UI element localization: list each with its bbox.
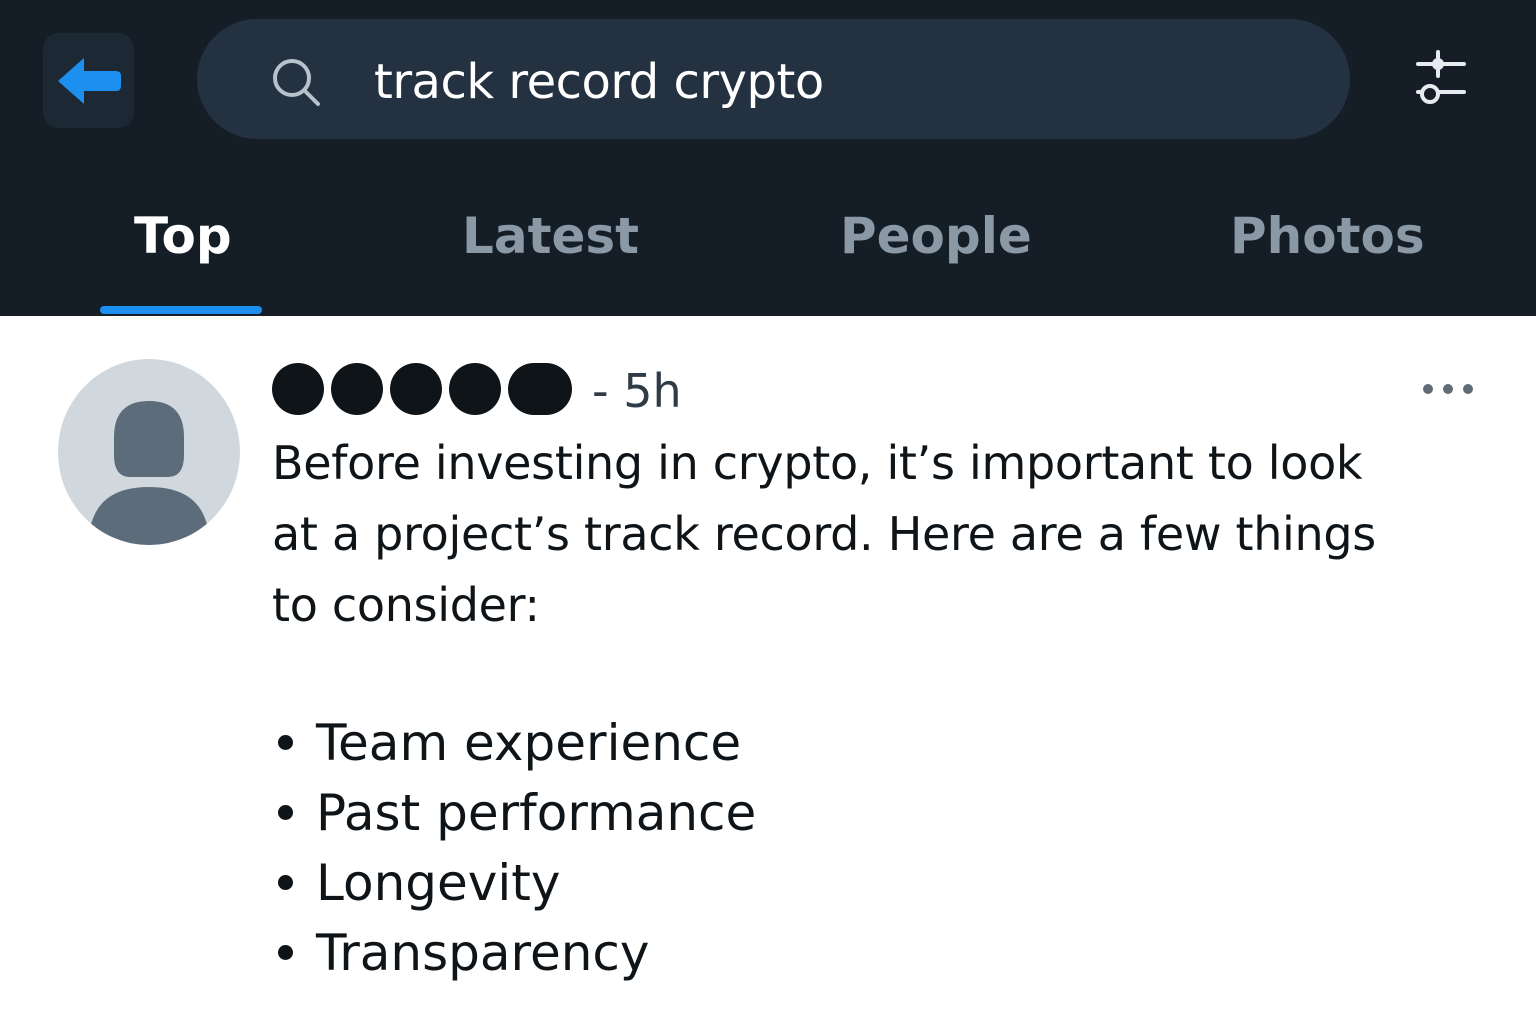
- post-text-line: at a project’s track record. Here are a …: [272, 507, 1376, 561]
- post-text-line: Before investing in crypto, it’s importa…: [272, 436, 1363, 490]
- list-item-label: Longevity: [316, 854, 561, 912]
- list-item: Longevity: [272, 848, 756, 918]
- tab-photos[interactable]: Photos: [1230, 200, 1425, 272]
- default-avatar-icon: [90, 401, 208, 545]
- search-input[interactable]: track record crypto: [374, 50, 824, 114]
- list-item-label: Transparency: [316, 924, 650, 982]
- bullet-icon: [278, 875, 293, 890]
- arrow-left-icon: [57, 57, 121, 104]
- post-timestamp[interactable]: - 5h: [592, 360, 682, 422]
- more-horizontal-icon[interactable]: [1418, 372, 1478, 406]
- post-text: Before investing in crypto, it’s importa…: [272, 428, 1512, 641]
- list-item: Past performance: [272, 778, 756, 848]
- list-item: Transparency: [272, 918, 756, 988]
- avatar[interactable]: [58, 359, 240, 545]
- tab-top[interactable]: Top: [134, 200, 232, 272]
- post-bullet-list: Team experience Past performance Longevi…: [272, 708, 756, 988]
- bullet-icon: [278, 805, 293, 820]
- tab-latest[interactable]: Latest: [462, 200, 639, 272]
- sliders-icon[interactable]: [1408, 50, 1472, 110]
- top-header: track record crypto Top Latest People Ph…: [0, 0, 1536, 316]
- post-text-line: to consider:: [272, 578, 540, 632]
- list-item-label: Team experience: [316, 714, 742, 772]
- active-tab-indicator: [100, 306, 262, 314]
- bullet-icon: [278, 945, 293, 960]
- tab-people[interactable]: People: [840, 200, 1032, 272]
- list-item: Team experience: [272, 708, 756, 778]
- search-icon: [273, 59, 320, 106]
- list-item-label: Past performance: [316, 784, 757, 842]
- bullet-icon: [278, 735, 293, 750]
- redacted-username[interactable]: [272, 360, 572, 418]
- back-button[interactable]: [43, 33, 134, 128]
